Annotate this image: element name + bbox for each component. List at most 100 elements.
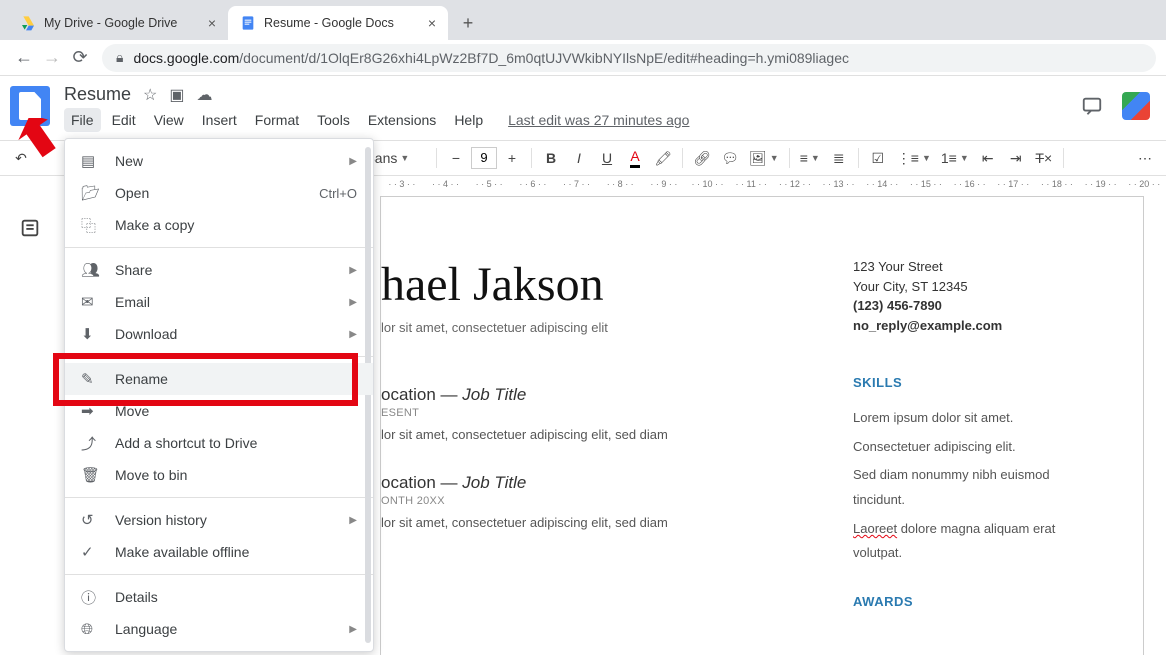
history-icon: ↺ xyxy=(81,511,101,529)
browser-tab-drive[interactable]: My Drive - Google Drive × xyxy=(8,6,228,40)
numbered-list-button[interactable]: 1≡▼ xyxy=(937,145,973,171)
contact-city[interactable]: Your City, ST 12345 xyxy=(853,277,1073,297)
url-path: /document/d/1OlqEr8G26xhi4LpWz2Bf7D_6m0q… xyxy=(239,50,849,66)
file-menu-new[interactable]: ▤New▶ xyxy=(65,145,373,177)
file-menu-details[interactable]: ⓘ Details xyxy=(65,581,373,613)
menu-view[interactable]: View xyxy=(147,108,191,132)
file-menu-download[interactable]: ⬇︎Download▶ xyxy=(65,318,373,350)
job-heading[interactable]: ocation — Job Title xyxy=(381,385,793,405)
share-icon: 👥︎ xyxy=(81,261,101,279)
docs-favicon xyxy=(240,15,256,31)
text-color-button[interactable]: A xyxy=(622,145,648,171)
file-menu-language[interactable]: 🌐︎Language▶ xyxy=(65,613,373,645)
skill-item[interactable]: Consectetuer adipiscing elit. xyxy=(853,435,1073,460)
file-menu-move-to-bin[interactable]: 🗑︎Move to bin xyxy=(65,459,373,491)
resume-name[interactable]: hael Jakson xyxy=(381,257,793,312)
menu-edit[interactable]: Edit xyxy=(105,108,143,132)
submenu-arrow-icon: ▶ xyxy=(349,297,357,308)
increase-indent-button[interactable]: ⇥ xyxy=(1003,145,1029,171)
contact-block[interactable]: 123 Your Street Your City, ST 12345 (123… xyxy=(853,257,1073,335)
job-body[interactable]: lor sit amet, consectetuer adipiscing el… xyxy=(381,425,793,445)
bold-button[interactable]: B xyxy=(538,145,564,171)
forward-button[interactable]: → xyxy=(38,44,66,72)
menu-extensions[interactable]: Extensions xyxy=(361,108,443,132)
align-button[interactable]: ≡▼ xyxy=(796,145,824,171)
meet-icon[interactable] xyxy=(1122,92,1150,120)
font-size-decrease[interactable]: − xyxy=(443,145,469,171)
menu-item-label: Add a shortcut to Drive xyxy=(115,435,257,451)
font-size-increase[interactable]: + xyxy=(499,145,525,171)
skills-heading[interactable]: SKILLS xyxy=(853,375,1073,390)
star-icon[interactable]: ☆ xyxy=(143,85,157,105)
bulleted-list-button[interactable]: ⋮≡▼ xyxy=(893,145,935,171)
document-title[interactable]: Resume xyxy=(64,84,131,105)
menu-file[interactable]: File xyxy=(64,108,101,132)
menu-item-label: Open xyxy=(115,185,149,201)
menu-item-label: Make a copy xyxy=(115,217,194,233)
awards-heading[interactable]: AWARDS xyxy=(853,594,1073,609)
cloud-icon[interactable]: ☁ xyxy=(197,85,213,105)
back-button[interactable]: ← xyxy=(10,44,38,72)
skill-item[interactable]: Lorem ipsum dolor sit amet. xyxy=(853,406,1073,431)
clear-format-button[interactable]: T× xyxy=(1031,145,1057,171)
underline-button[interactable]: U xyxy=(594,145,620,171)
new-tab-button[interactable]: + xyxy=(454,9,482,37)
file-menu-version-history[interactable]: ↺Version history▶ xyxy=(65,504,373,536)
menu-help[interactable]: Help xyxy=(447,108,490,132)
contact-phone[interactable]: (123) 456-7890 xyxy=(853,296,1073,316)
menu-format[interactable]: Format xyxy=(248,108,306,132)
comments-icon[interactable] xyxy=(1078,92,1106,120)
lock-icon: 🔒︎ xyxy=(116,49,123,66)
last-edit-link[interactable]: Last edit was 27 minutes ago xyxy=(508,112,689,128)
insert-comment-button[interactable]: 💬︎ xyxy=(717,145,743,171)
file-menu-add-a-shortcut-to-drive[interactable]: ⤴Add a shortcut to Drive xyxy=(65,427,373,459)
insert-link-button[interactable]: 🔗︎ xyxy=(689,145,715,171)
info-icon: ⓘ xyxy=(81,587,101,608)
menu-item-label: Language xyxy=(115,621,177,637)
menu-item-label: Make available offline xyxy=(115,544,249,560)
file-menu-email[interactable]: ✉Email▶ xyxy=(65,286,373,318)
menu-tools[interactable]: Tools xyxy=(310,108,357,132)
file-menu-share[interactable]: 👥︎Share▶ xyxy=(65,254,373,286)
line-spacing-button[interactable]: ≣ xyxy=(826,145,852,171)
menu-insert[interactable]: Insert xyxy=(195,108,244,132)
job-date[interactable]: ESENT xyxy=(381,407,793,419)
insert-image-button[interactable]: 🖼︎▼ xyxy=(745,145,783,171)
url-domain: docs.google.com xyxy=(133,50,239,66)
reload-button[interactable]: ⟳ xyxy=(66,44,94,72)
resume-tagline[interactable]: lor sit amet, consectetuer adipiscing el… xyxy=(381,320,793,335)
job-body[interactable]: lor sit amet, consectetuer adipiscing el… xyxy=(381,513,793,533)
browser-tab-docs[interactable]: Resume - Google Docs × xyxy=(228,6,448,40)
trash-icon: 🗑︎ xyxy=(81,466,101,484)
job-heading[interactable]: ocation — Job Title xyxy=(381,473,793,493)
highlight-button[interactable]: 🖍︎ xyxy=(650,145,676,171)
move-icon[interactable]: ▣ xyxy=(169,85,184,105)
globe-icon: 🌐︎ xyxy=(81,621,101,638)
close-icon[interactable]: × xyxy=(208,15,216,31)
docs-header: Resume ☆ ▣ ☁ FileEditViewInsertFormatToo… xyxy=(0,76,1166,140)
skill-item[interactable]: Laoreet dolore magna aliquam erat volutp… xyxy=(853,517,1073,566)
font-size-input[interactable]: 9 xyxy=(471,147,497,169)
file-menu-make-available-offline[interactable]: ✓Make available offline xyxy=(65,536,373,568)
submenu-arrow-icon: ▶ xyxy=(349,156,357,167)
folder-open-icon: 📂︎ xyxy=(81,184,101,202)
address-bar[interactable]: 🔒︎ docs.google.com/document/d/1OlqEr8G26… xyxy=(102,44,1156,72)
checklist-button[interactable]: ☑︎ xyxy=(865,145,891,171)
job-date[interactable]: ONTH 20XX xyxy=(381,495,793,507)
italic-button[interactable]: I xyxy=(566,145,592,171)
contact-email[interactable]: no_reply@example.com xyxy=(853,316,1073,336)
submenu-arrow-icon: ▶ xyxy=(349,329,357,340)
outline-icon[interactable] xyxy=(18,216,42,240)
file-menu-open[interactable]: 📂︎OpenCtrl+O xyxy=(65,177,373,209)
menu-item-label: Details xyxy=(115,589,158,605)
close-icon[interactable]: × xyxy=(428,15,436,31)
file-menu-make-a-copy[interactable]: ⿻Make a copy xyxy=(65,209,373,241)
contact-street[interactable]: 123 Your Street xyxy=(853,257,1073,277)
horizontal-ruler[interactable]: · · 3 · ·· · 4 · ·· · 5 · ·· · 6 · ·· · … xyxy=(380,176,1166,192)
decrease-indent-button[interactable]: ⇤ xyxy=(975,145,1001,171)
skill-item[interactable]: Sed diam nonummy nibh euismod tincidunt. xyxy=(853,463,1073,512)
more-button[interactable]: ⋯ xyxy=(1132,145,1158,171)
tutorial-highlight-box xyxy=(53,353,358,406)
menu-item-label: Email xyxy=(115,294,150,310)
document-page[interactable]: hael Jakson lor sit amet, consectetuer a… xyxy=(380,196,1144,655)
